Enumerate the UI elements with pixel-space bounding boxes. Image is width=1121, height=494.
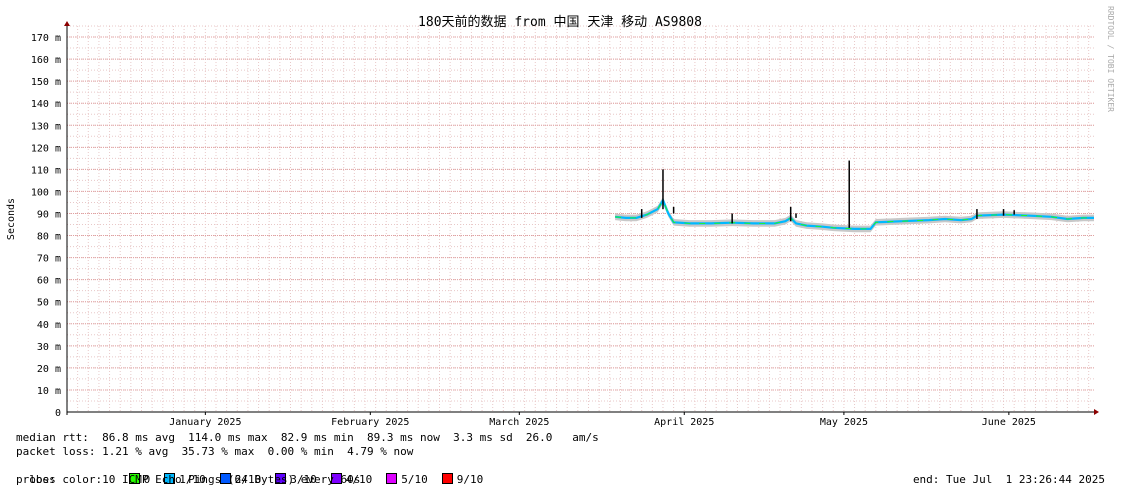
x-tick-label: April 2025 — [654, 417, 714, 428]
y-tick-label: 100 m — [31, 187, 61, 198]
loss-color-legend: loss color: 0 1/10 2/10 3/10 4/10 5/10 9/10 — [16, 459, 497, 486]
y-tick-label: 130 m — [31, 121, 61, 132]
y-tick-label: 60 m — [37, 276, 61, 287]
y-tick-label: 150 m — [31, 77, 61, 88]
y-axis-label: Seconds — [6, 198, 17, 240]
y-tick-label: 40 m — [37, 320, 61, 331]
x-tick-label: January 2025 — [169, 417, 241, 428]
loss-color-swatch — [386, 473, 398, 484]
y-tick-label: 50 m — [37, 298, 61, 309]
x-axis-ticks: January 2025 February 2025 March 2025 April… — [169, 412, 1036, 428]
y-axis-ticks: 0 10 m 20 m 30 m 40 m 50 m 60 m 70 m 80 m 90 m 100… — [31, 33, 61, 419]
y-tick-label: 20 m — [37, 364, 61, 375]
y-axis-arrow — [64, 21, 70, 26]
y-tick-label: 170 m — [31, 33, 61, 44]
x-tick-label: June 2025 — [982, 417, 1036, 428]
y-tick-label: 160 m — [31, 55, 61, 66]
y-tick-label: 30 m — [37, 342, 61, 353]
packet-loss-stats: packet loss: 1.21 % avg 35.73 % max 0.00… — [16, 445, 414, 458]
loss-color-value: 9/10 — [456, 473, 484, 486]
y-tick-label: 140 m — [31, 99, 61, 110]
latency-chart: 0 10 m 20 m 30 m 40 m 50 m 60 m 70 m 80 m 90 m 100… — [6, 6, 1115, 428]
x-tick-label: March 2025 — [489, 417, 549, 428]
y-tick-label: 80 m — [37, 232, 61, 243]
end-timestamp: end: Tue Jul 1 23:26:44 2025 — [912, 473, 1105, 486]
y-tick-label: 0 — [55, 408, 61, 419]
y-tick-label: 10 m — [37, 386, 61, 397]
loss-color-value: 5/10 — [401, 473, 428, 486]
median-rtt-stats: median rtt: 86.8 ms avg 114.0 ms max 82.… — [16, 431, 599, 444]
probe-info: probe: 10 ICMP Echo Pings (64 Bytes) eve… — [16, 473, 361, 486]
y-tick-label: 120 m — [31, 143, 61, 154]
loss-color-item: 9/10 — [441, 473, 484, 487]
watermark: RRDTOOL / TOBI OETIKER — [1106, 6, 1115, 112]
x-tick-label: February 2025 — [331, 417, 409, 428]
loss-color-swatch — [441, 473, 453, 484]
chart-title: 180天前的数据 from 中国 天津 移动 AS9808 — [418, 14, 702, 30]
y-tick-label: 70 m — [37, 254, 61, 265]
y-tick-label: 90 m — [37, 209, 61, 220]
x-tick-label: May 2025 — [820, 417, 868, 428]
y-tick-label: 110 m — [31, 165, 61, 176]
loss-color-item: 5/10 — [386, 473, 428, 487]
x-axis-arrow — [1094, 409, 1099, 415]
